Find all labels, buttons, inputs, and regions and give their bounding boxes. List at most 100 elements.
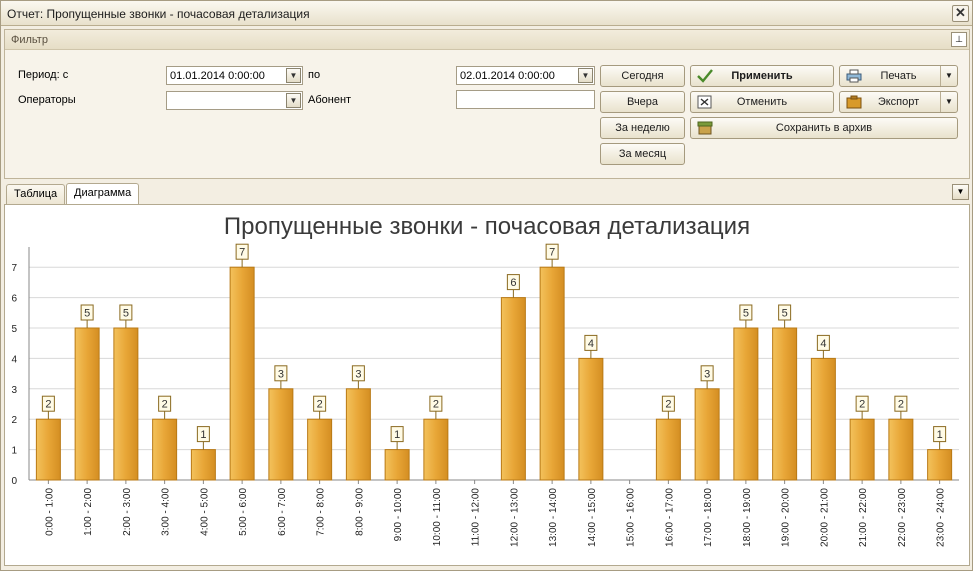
export-button-label: Экспорт	[877, 96, 920, 108]
bar	[694, 388, 720, 481]
bar	[539, 266, 565, 481]
chevron-down-icon[interactable]: ▼	[940, 92, 957, 112]
y-tick-label: 3	[11, 385, 17, 396]
chevron-down-icon[interactable]: ▼	[578, 68, 593, 83]
data-label: 5	[123, 308, 129, 320]
x-tick-label: 23:00 - 24:00	[936, 488, 947, 547]
y-tick-label: 6	[11, 294, 17, 305]
data-label: 3	[355, 368, 361, 380]
bar	[733, 327, 759, 481]
y-tick-label: 4	[11, 354, 17, 365]
y-tick-label: 5	[11, 324, 17, 335]
bar	[849, 418, 875, 481]
data-label: 2	[45, 399, 51, 411]
save-archive-button[interactable]: Сохранить в архив	[690, 117, 958, 139]
y-tick-label: 0	[11, 476, 17, 487]
save-archive-label: Сохранить в архив	[775, 122, 873, 134]
data-label: 1	[394, 429, 400, 441]
chevron-down-icon[interactable]: ▼	[952, 184, 969, 200]
cancel-button[interactable]: Отменить	[690, 91, 834, 113]
month-button[interactable]: За месяц	[600, 143, 685, 165]
x-tick-label: 22:00 - 23:00	[897, 488, 908, 547]
x-tick-label: 11:00 - 12:00	[471, 488, 482, 547]
chart-title: Пропущенные звонки - почасовая детализац…	[223, 213, 751, 240]
bar-chart: 0 1 2 3 4 5 6 7 0:00 - 1:00 2 1:00 - 2:00 5 2:00 - 3…	[11, 243, 959, 547]
data-label: 2	[898, 399, 904, 411]
y-tick-label: 7	[11, 263, 17, 274]
x-tick-label: 17:00 - 18:00	[703, 488, 714, 547]
bar	[268, 388, 294, 481]
data-label: 4	[588, 338, 594, 350]
today-button[interactable]: Сегодня	[600, 65, 685, 87]
period-from-combo[interactable]: 01.01.2014 0:00:00 ▼	[166, 66, 303, 85]
x-tick-label: 16:00 - 17:00	[664, 488, 675, 547]
data-label: 5	[782, 308, 788, 320]
data-label: 3	[704, 368, 710, 380]
filter-header-label: Фильтр	[11, 34, 48, 46]
window-title: Отчет: Пропущенные звонки - почасовая де…	[7, 7, 310, 21]
operators-combo[interactable]: ▼	[166, 91, 303, 110]
data-label: 3	[278, 368, 284, 380]
bar	[35, 418, 61, 481]
x-tick-label: 2:00 - 3:00	[122, 488, 133, 536]
y-tick-label: 2	[11, 415, 17, 426]
data-label: 5	[743, 308, 749, 320]
x-tick-label: 6:00 - 7:00	[277, 488, 288, 536]
week-button[interactable]: За неделю	[600, 117, 685, 139]
chevron-down-icon[interactable]: ▼	[286, 93, 301, 108]
tab-chart[interactable]: Диаграмма	[66, 183, 140, 205]
printer-icon	[846, 69, 862, 83]
x-tick-label: 3:00 - 4:00	[161, 488, 172, 536]
period-to-label: по	[308, 69, 321, 81]
bar	[190, 449, 216, 481]
apply-button[interactable]: Применить	[690, 65, 834, 87]
bar	[74, 327, 100, 481]
data-label: 6	[510, 277, 516, 289]
title-bar: Отчет: Пропущенные звонки - почасовая де…	[1, 1, 972, 26]
x-tick-label: 9:00 - 10:00	[393, 488, 404, 542]
bar	[927, 449, 953, 481]
pin-icon[interactable]: ⊥	[951, 32, 967, 47]
period-to-combo[interactable]: 02.01.2014 0:00:00 ▼	[456, 66, 595, 85]
chevron-down-icon[interactable]: ▼	[940, 66, 957, 86]
cancel-button-label: Отменить	[736, 96, 788, 108]
subscriber-input[interactable]	[456, 90, 595, 109]
tab-table[interactable]: Таблица	[6, 184, 66, 205]
bar	[307, 418, 333, 481]
x-tick-label: 18:00 - 19:00	[742, 488, 753, 547]
chevron-down-icon[interactable]: ▼	[286, 68, 301, 83]
data-label: 7	[239, 247, 245, 259]
data-label: 5	[84, 308, 90, 320]
bar	[772, 327, 798, 481]
yesterday-button[interactable]: Вчера	[600, 91, 685, 113]
x-tick-label: 21:00 - 22:00	[858, 488, 869, 547]
data-label: 2	[433, 399, 439, 411]
x-tick-label: 8:00 - 9:00	[354, 488, 365, 536]
bar	[888, 418, 914, 481]
data-label: 1	[937, 429, 943, 441]
close-button[interactable]: ✕	[952, 5, 969, 22]
chart-area: Пропущенные звонки - почасовая детализац…	[4, 204, 970, 566]
x-tick-label: 0:00 - 1:00	[44, 488, 55, 536]
report-window: Отчет: Пропущенные звонки - почасовая де…	[0, 0, 973, 571]
bar	[423, 418, 449, 481]
x-tick-label: 13:00 - 14:00	[548, 488, 559, 547]
bar	[810, 357, 836, 481]
print-button[interactable]: Печать ▼	[839, 65, 958, 87]
x-tick-label: 15:00 - 16:00	[626, 488, 637, 547]
x-tick-label: 5:00 - 6:00	[238, 488, 249, 536]
bar	[345, 388, 371, 481]
checkmark-icon	[697, 69, 713, 83]
subscriber-label: Абонент	[308, 94, 352, 106]
filter-header[interactable]: Фильтр ⊥	[5, 30, 969, 50]
apply-button-label: Применить	[731, 70, 793, 82]
cancel-icon	[697, 95, 712, 109]
bar	[152, 418, 178, 481]
x-tick-label: 20:00 - 21:00	[819, 488, 830, 547]
data-label: 2	[317, 399, 323, 411]
export-button[interactable]: Экспорт ▼	[839, 91, 958, 113]
data-label: 1	[200, 429, 206, 441]
period-from-label: Период: с	[18, 69, 69, 81]
bar	[229, 266, 255, 481]
period-from-value: 01.01.2014 0:00:00	[170, 70, 265, 82]
